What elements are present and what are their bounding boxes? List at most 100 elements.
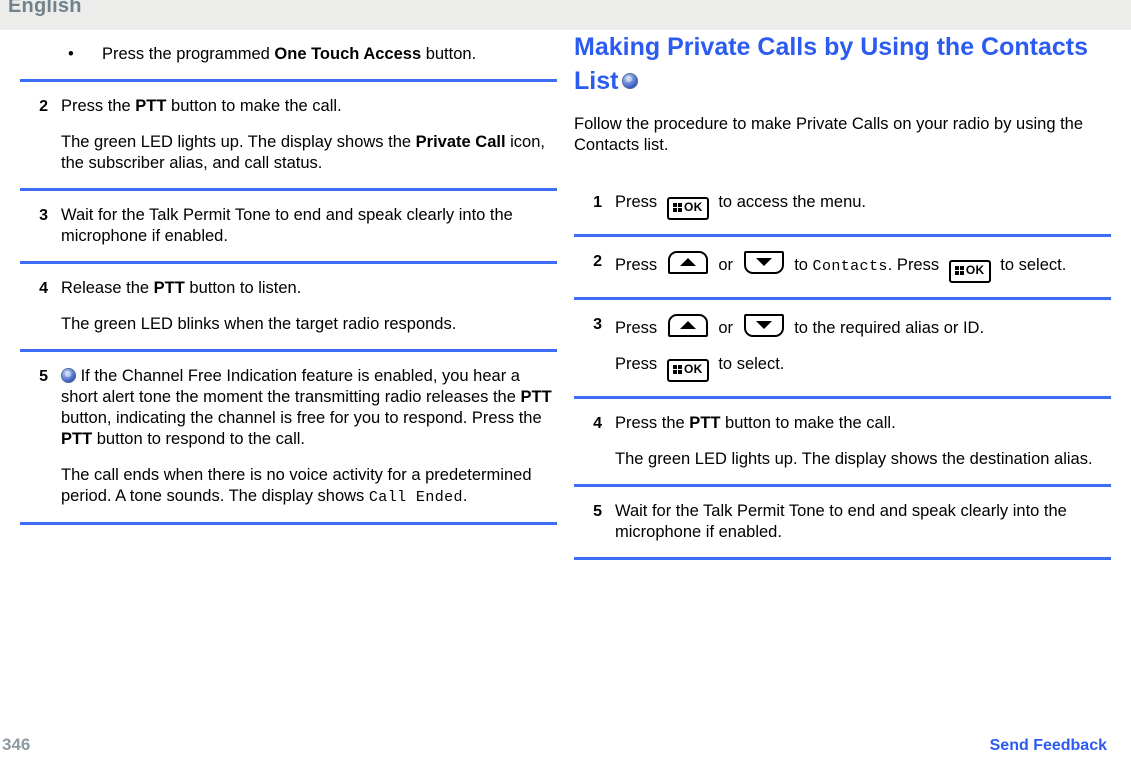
page-number: 346 bbox=[2, 735, 31, 754]
menu-ok-key-icon: OK bbox=[666, 359, 709, 382]
bullet-paragraph: Press the programmed One Touch Access bu… bbox=[102, 44, 557, 65]
note-sphere-icon bbox=[61, 368, 76, 383]
step-paragraph: The call ends when there is no voice act… bbox=[61, 465, 557, 508]
step-body: Press OK to access the menu. bbox=[615, 192, 1111, 220]
arrow-down-key-icon bbox=[743, 314, 784, 337]
page-footer: 346 Send Feedback bbox=[0, 735, 1131, 762]
text-run: button to listen. bbox=[184, 279, 302, 297]
text-run: button, indicating the channel is free f… bbox=[61, 409, 542, 427]
text-run: . bbox=[462, 487, 468, 505]
emphasis-text: PTT bbox=[61, 430, 93, 448]
step-body: Wait for the Talk Permit Tone to end and… bbox=[615, 501, 1111, 543]
arrow-up-key-icon bbox=[667, 314, 708, 337]
emphasis-text: PTT bbox=[520, 388, 552, 406]
menu-ok-key-icon: OK bbox=[948, 260, 991, 283]
step-number: 3 bbox=[39, 207, 48, 224]
step-body: Press or to the required alias or ID. Pre… bbox=[615, 314, 1111, 382]
text-run: Press bbox=[615, 319, 662, 337]
step-number: 4 bbox=[39, 280, 48, 297]
triangle-up-icon bbox=[679, 258, 696, 266]
text-run: The green LED lights up. The display sho… bbox=[61, 133, 416, 151]
text-run: . Press bbox=[887, 256, 944, 274]
step-number: 5 bbox=[39, 368, 48, 385]
text-run: or bbox=[713, 256, 738, 274]
step-number: 2 bbox=[39, 98, 48, 115]
text-run: Release the bbox=[61, 279, 154, 297]
step-number: 1 bbox=[593, 194, 602, 211]
step-body: Wait for the Talk Permit Tone to end and… bbox=[61, 205, 557, 247]
step-paragraph: Press or to Contacts. Press OK to select… bbox=[615, 251, 1111, 283]
procedure-step: 4 Press the PTT button to make the call. T… bbox=[574, 399, 1111, 484]
procedure-step: 5 Wait for the Talk Permit Tone to end an… bbox=[574, 487, 1111, 557]
procedure-step: 4 Release the PTT button to listen. The gr… bbox=[20, 264, 557, 349]
emphasis-text: PTT bbox=[153, 279, 185, 297]
text-run: button. bbox=[421, 45, 477, 63]
procedure-step: 5 If the Channel Free Indication feature… bbox=[20, 352, 557, 522]
text-run: The green LED lights up. The display sho… bbox=[615, 450, 1093, 468]
ok-key-label: OK bbox=[683, 362, 703, 376]
text-run: to the required alias or ID. bbox=[789, 319, 985, 337]
arrow-down-key-icon bbox=[743, 251, 784, 274]
bullet-item: • Press the programmed One Touch Access b… bbox=[20, 30, 557, 79]
text-run: to select. bbox=[995, 256, 1067, 274]
step-paragraph: Wait for the Talk Permit Tone to end and… bbox=[61, 205, 557, 247]
page-body: • Press the programmed One Touch Access b… bbox=[0, 30, 1131, 730]
procedure-step: 2 Press or to Contacts. Press OK to selec… bbox=[574, 237, 1111, 297]
step-paragraph: The green LED lights up. The display sho… bbox=[61, 132, 557, 174]
step-paragraph: Press OK to access the menu. bbox=[615, 192, 1111, 220]
bullet-marker: • bbox=[68, 45, 74, 63]
procedure-step: 3 Press or to the required alias or ID. Pr… bbox=[574, 300, 1111, 396]
text-run: Press the bbox=[61, 97, 136, 115]
display-text: Call Ended bbox=[368, 489, 463, 506]
step-paragraph: Press or to the required alias or ID. bbox=[615, 314, 1111, 339]
text-run: Wait for the Talk Permit Tone to end and… bbox=[615, 502, 1067, 541]
procedure-step: 2 Press the PTT button to make the call. T… bbox=[20, 82, 557, 188]
text-run: to bbox=[789, 256, 813, 274]
emphasis-text: PTT bbox=[135, 97, 167, 115]
text-run: button to respond to the call. bbox=[92, 430, 305, 448]
display-text: Contacts bbox=[812, 258, 888, 275]
text-run: Press bbox=[615, 193, 662, 211]
menu-grid-icon bbox=[672, 365, 682, 374]
note-sphere-icon bbox=[622, 73, 639, 89]
step-number: 5 bbox=[593, 503, 602, 520]
text-run: button to make the call. bbox=[166, 97, 342, 115]
intro-paragraph: Follow the procedure to make Private Cal… bbox=[574, 115, 1084, 154]
language-label: English bbox=[8, 0, 82, 17]
step-paragraph: Wait for the Talk Permit Tone to end and… bbox=[615, 501, 1111, 543]
procedure-step: 3 Wait for the Talk Permit Tone to end an… bbox=[20, 191, 557, 261]
ok-key-label: OK bbox=[683, 200, 703, 214]
page-header-band: English bbox=[0, 0, 1131, 30]
step-body: Press the PTT button to make the call. Th… bbox=[61, 96, 557, 174]
emphasis-text: PTT bbox=[689, 414, 721, 432]
text-run: Press the programmed bbox=[102, 45, 275, 63]
emphasis-text: One Touch Access bbox=[274, 45, 422, 63]
text-run: to access the menu. bbox=[713, 193, 867, 211]
menu-grid-icon bbox=[672, 203, 682, 212]
ok-key-label: OK bbox=[965, 263, 985, 277]
text-run: Press bbox=[615, 355, 662, 373]
step-number: 3 bbox=[593, 316, 602, 333]
text-run: button to make the call. bbox=[720, 414, 896, 432]
step-number: 4 bbox=[593, 415, 602, 432]
step-paragraph: Press the PTT button to make the call. bbox=[615, 413, 1111, 434]
triangle-down-icon bbox=[755, 258, 772, 266]
step-divider bbox=[574, 557, 1111, 560]
step-body: If the Channel Free Indication feature i… bbox=[61, 366, 557, 508]
step-paragraph: The green LED lights up. The display sho… bbox=[615, 449, 1111, 470]
text-run: Press bbox=[615, 256, 662, 274]
text-run: to select. bbox=[713, 355, 785, 373]
procedure-step: 1 Press OK to access the menu. bbox=[574, 178, 1111, 234]
menu-grid-icon bbox=[954, 266, 964, 275]
step-body: Press the PTT button to make the call. Th… bbox=[615, 413, 1111, 470]
step-paragraph: The green LED blinks when the target rad… bbox=[61, 314, 557, 335]
step-body: Press or to Contacts. Press OK to select… bbox=[615, 251, 1111, 283]
text-run: The green LED blinks when the target rad… bbox=[61, 315, 457, 333]
triangle-up-icon bbox=[679, 321, 696, 329]
emphasis-text: Private Call bbox=[415, 133, 506, 151]
step-number: 2 bbox=[593, 253, 602, 270]
left-column: • Press the programmed One Touch Access b… bbox=[20, 30, 557, 525]
right-column: Making Private Calls by Using the Contac… bbox=[574, 30, 1111, 560]
send-feedback-link[interactable]: Send Feedback bbox=[990, 737, 1107, 755]
page-title: Making Private Calls by Using the Contac… bbox=[574, 30, 1111, 98]
